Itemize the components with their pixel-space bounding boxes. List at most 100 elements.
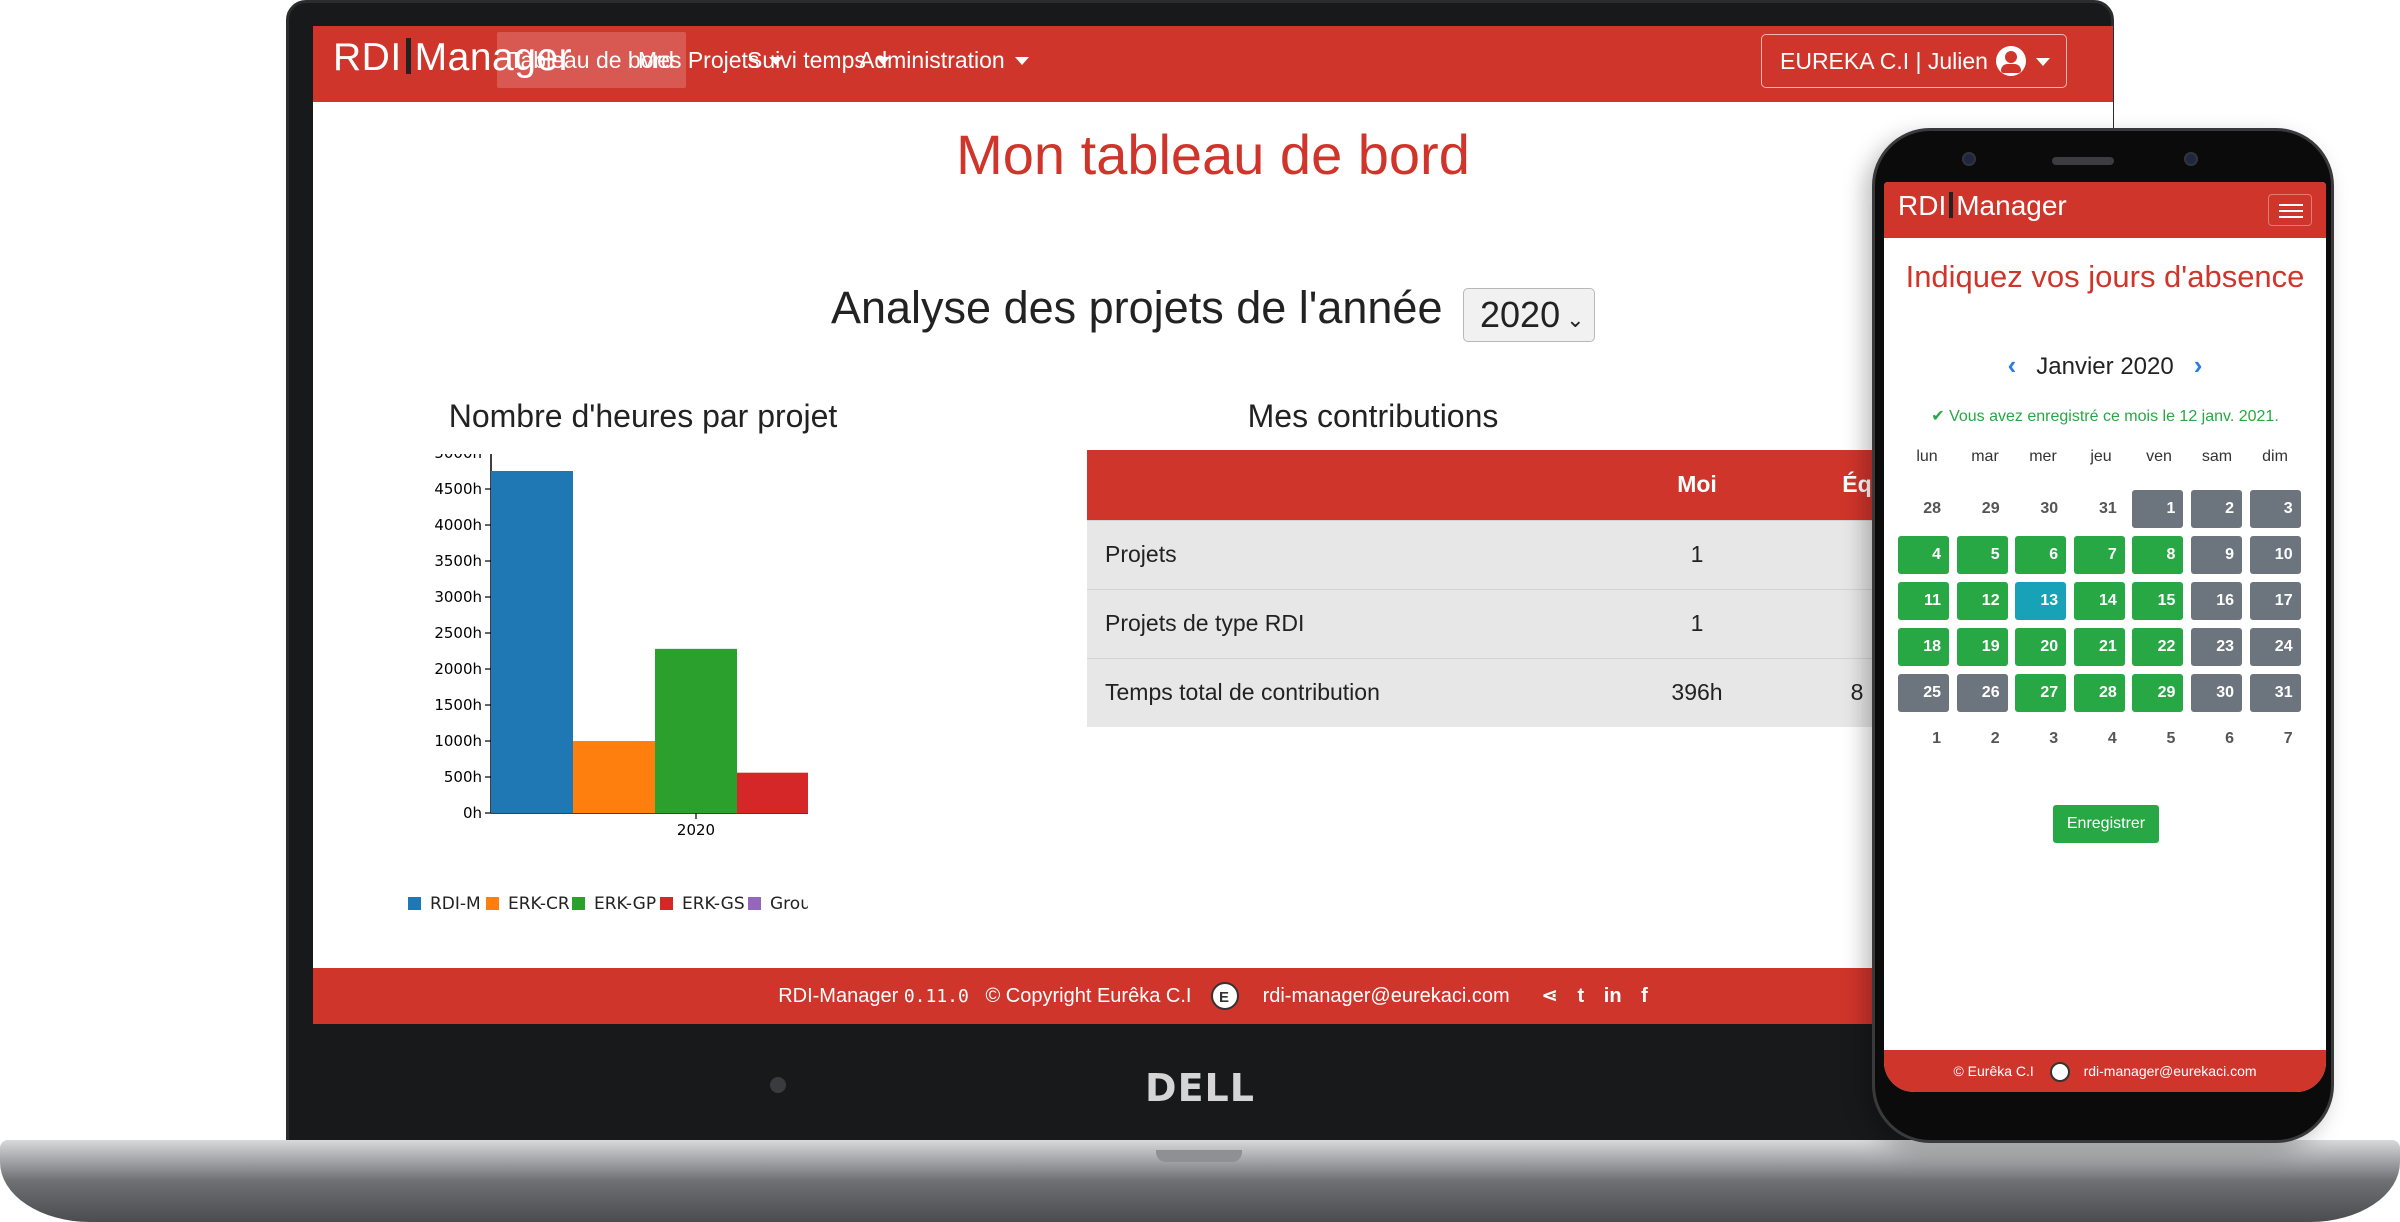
legend-swatch	[748, 897, 761, 910]
save-button[interactable]: Enregistrer	[2053, 805, 2159, 843]
weekday-label: jeu	[2090, 448, 2112, 465]
calendar-day[interactable]: 13	[2015, 582, 2067, 620]
calendar-day[interactable]: 29	[2132, 674, 2184, 712]
chevron-down-icon: ⌄	[1566, 307, 1585, 332]
prev-month-icon[interactable]: ‹	[2008, 350, 2017, 380]
y-tick-label: 2500h	[434, 624, 482, 642]
page-title: Mon tableau de bord	[956, 123, 1470, 186]
caret-down-icon	[1014, 57, 1029, 65]
calendar-day[interactable]: 12	[1956, 582, 2008, 620]
bar-rdi-m	[491, 471, 573, 813]
row-moi-value: 396h	[1617, 657, 1777, 727]
y-tick-label: 3500h	[434, 552, 482, 570]
share-icon[interactable]: ⋖	[1541, 968, 1558, 1024]
calendar-day[interactable]: 4	[1898, 536, 1949, 574]
calendar-day[interactable]: 7	[2073, 536, 2125, 574]
laptop-webcam	[770, 1077, 786, 1093]
calendar-day[interactable]: 5	[1956, 536, 2008, 574]
linkedin-icon[interactable]: in	[1604, 968, 1622, 1024]
calendar-day[interactable]: 20	[2015, 628, 2067, 666]
phone-sensor-icon	[2184, 152, 2198, 166]
legend-label: Group	[770, 894, 808, 914]
calendar-day[interactable]: 9	[2191, 536, 2242, 574]
user-avatar-icon	[1995, 46, 2026, 76]
calendar-day-outside: 29	[1981, 500, 2000, 517]
calendar-day[interactable]: 18	[1898, 628, 1949, 666]
row-label: Projets de type RDI	[1087, 588, 1617, 658]
calendar-day-outside: 2	[1990, 730, 2000, 747]
calendar-day-outside: 3	[2049, 730, 2059, 747]
calendar-day[interactable]: 14	[2073, 582, 2125, 620]
calendar-day[interactable]: 27	[2015, 674, 2067, 712]
bar-erk-gs	[737, 772, 808, 813]
calendar-day[interactable]: 26	[1956, 674, 2008, 712]
phone-screen: RDI Manager Indiquez vos jours d'absence …	[1884, 182, 2326, 1092]
phone-footer: © Eurêka C.I rdi-manager@eurekaci.com	[1884, 1050, 2326, 1092]
current-month: Janvier 2020	[2036, 353, 2174, 380]
phone-brand-logo[interactable]: RDI Manager	[1898, 190, 2067, 222]
calendar-day[interactable]: 17	[2249, 582, 2301, 620]
legend-swatch	[408, 897, 421, 910]
calendar-day[interactable]: 3	[2249, 490, 2301, 528]
calendar-day[interactable]: 30	[2191, 674, 2242, 712]
next-month-icon[interactable]: ›	[2194, 350, 2203, 380]
calendar-day[interactable]: 6	[2015, 536, 2067, 574]
laptop-base-notch	[1156, 1150, 1242, 1162]
col-header-moi: Moi	[1617, 450, 1777, 520]
y-tick-label: 0h	[463, 804, 482, 822]
nav-administration[interactable]: Administration	[847, 32, 1041, 88]
eureka-seal-icon	[1211, 970, 1240, 1024]
phone-navbar: RDI Manager	[1884, 182, 2326, 238]
facebook-icon[interactable]: f	[1641, 968, 1648, 1024]
calendar-day[interactable]: 8	[2132, 536, 2184, 574]
calendar-day[interactable]: 19	[1956, 628, 2008, 666]
dell-logo: DELL	[1145, 1066, 1255, 1110]
year-select[interactable]: 2020 ⌄	[1463, 288, 1595, 342]
calendar-day[interactable]: 10	[2249, 536, 2301, 574]
weekday-label: mer	[2029, 448, 2057, 465]
phone-footer-email[interactable]: rdi-manager@eurekaci.com	[2084, 1063, 2257, 1079]
calendar-day[interactable]: 11	[1898, 582, 1949, 620]
footer-copyright: © Copyright Eurêka C.I	[985, 985, 1192, 1007]
laptop-screen: RDI Manager Tableau de bord Mes Projets S…	[313, 26, 2113, 1024]
col-header-label	[1087, 450, 1617, 520]
month-navigator: ‹ Janvier 2020 ›	[1884, 350, 2326, 381]
user-menu-button[interactable]: EUREKA C.I | Julien	[1761, 34, 2067, 88]
calendar-day[interactable]: 21	[2073, 628, 2125, 666]
calendar-day[interactable]: 23	[2191, 628, 2242, 666]
row-moi-value: 1	[1617, 588, 1777, 658]
legend-swatch	[572, 897, 585, 910]
legend-label: ERK-CR	[508, 894, 570, 914]
hours-bar-chart: 0h 500h 1000h 1500h 2000h 2500h 3000h 3500h 4000…	[408, 454, 808, 914]
bar-erk-cr	[573, 741, 655, 813]
footer: RDI-Manager 0.11.0 © Copyright Eurêka C.…	[313, 968, 2113, 1024]
calendar-day[interactable]: 2	[2191, 490, 2242, 528]
y-tick-label: 5000h	[434, 454, 482, 462]
eureka-seal-icon	[2049, 1062, 2070, 1082]
twitter-icon[interactable]: t	[1578, 968, 1585, 1024]
legend-label: ERK-GP	[594, 894, 656, 914]
legend-label: RDI-M	[430, 894, 481, 914]
weekday-header: lun mar mer jeu ven sam dim	[1898, 448, 2318, 466]
calendar-day-outside: 31	[2099, 500, 2117, 517]
phone-camera-icon	[1962, 152, 1976, 166]
phone-speaker	[2052, 157, 2114, 165]
calendar-day[interactable]: 22	[2132, 628, 2184, 666]
footer-email-link[interactable]: rdi-manager@eurekaci.com	[1263, 985, 1510, 1007]
calendar-day[interactable]: 25	[1898, 674, 1949, 712]
contributions-title: Mes contributions	[1247, 398, 1499, 434]
phone-footer-copyright: © Eurêka C.I	[1953, 1063, 2034, 1079]
calendar-day[interactable]: 1	[2132, 490, 2184, 528]
calendar-day-outside: 28	[1923, 500, 1941, 517]
calendar-day[interactable]: 31	[2249, 674, 2301, 712]
saved-message: ✔ Vous avez enregistré ce mois le 12 jan…	[1931, 408, 2279, 425]
calendar-day[interactable]: 16	[2191, 582, 2242, 620]
calendar-day[interactable]: 28	[2073, 674, 2125, 712]
brand-rdi: RDI	[333, 36, 402, 79]
weekday-label: lun	[1916, 448, 1938, 465]
row-label: Temps total de contribution	[1087, 657, 1617, 727]
calendar-day[interactable]: 24	[2249, 628, 2301, 666]
calendar-day[interactable]: 15	[2132, 582, 2184, 620]
hamburger-menu-icon[interactable]	[2268, 194, 2312, 226]
calendar-day-outside: 4	[2107, 730, 2117, 747]
